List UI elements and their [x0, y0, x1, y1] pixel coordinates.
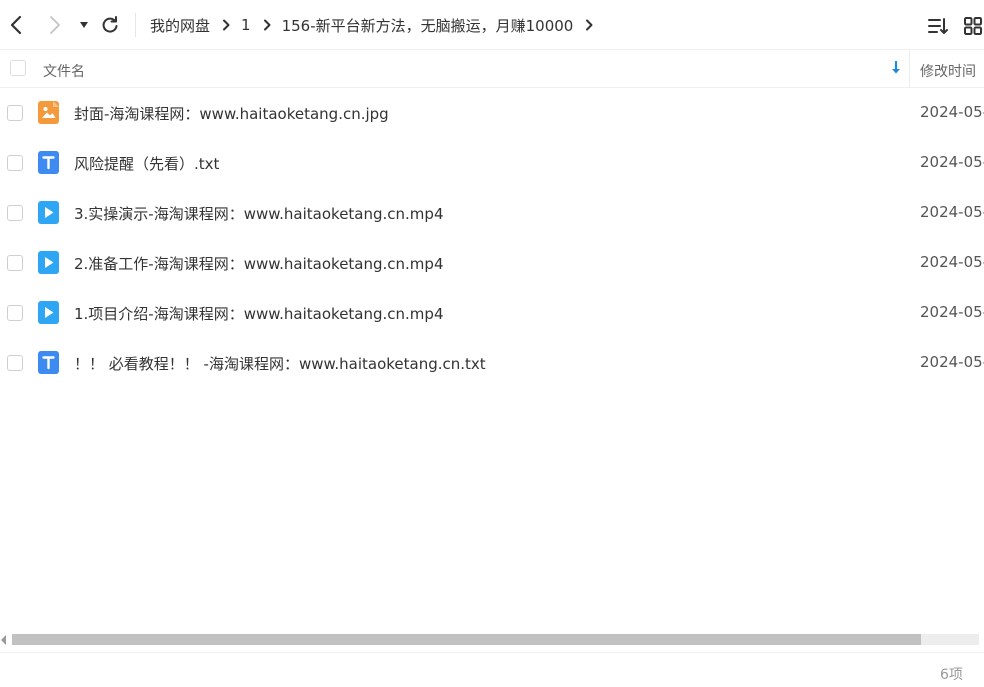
- breadcrumb-item-current[interactable]: 156-新平台新方法，无脑搬运，月赚10000: [282, 15, 574, 36]
- chevron-left-icon: [10, 15, 22, 35]
- breadcrumb: 我的网盘 1 156-新平台新方法，无脑搬运，月赚10000: [150, 0, 604, 50]
- refresh-button[interactable]: [98, 13, 122, 37]
- file-row[interactable]: 2.准备工作-海淘课程网：www.haitaoketang.cn.mp4 202…: [0, 238, 984, 288]
- sort-list-icon: [928, 18, 948, 34]
- file-modified-date: 2024-05-: [920, 253, 984, 271]
- column-header-name[interactable]: 文件名: [43, 61, 85, 81]
- row-checkbox[interactable]: [7, 155, 23, 171]
- breadcrumb-chevron-icon: [222, 19, 230, 31]
- history-dropdown-button[interactable]: [72, 13, 96, 37]
- text-file-icon: [38, 151, 59, 174]
- text-file-icon: [38, 351, 59, 374]
- file-row[interactable]: 1.项目介绍-海淘课程网：www.haitaoketang.cn.mp4 202…: [0, 288, 984, 338]
- sort-desc-arrow-icon[interactable]: [890, 60, 902, 79]
- forward-button[interactable]: [43, 13, 67, 37]
- file-name[interactable]: 3.实操演示-海淘课程网：www.haitaoketang.cn.mp4: [74, 203, 444, 224]
- video-file-icon: [38, 301, 59, 324]
- toolbar: 我的网盘 1 156-新平台新方法，无脑搬运，月赚10000: [0, 0, 984, 50]
- back-button[interactable]: [4, 13, 28, 37]
- refresh-icon: [102, 16, 118, 33]
- file-name[interactable]: 风险提醒（先看）.txt: [74, 153, 219, 174]
- video-file-icon: [38, 201, 59, 224]
- file-name[interactable]: ！！ 必看教程！！ -海淘课程网：www.haitaoketang.cn.txt: [74, 353, 486, 374]
- grid-view-icon: [964, 17, 982, 35]
- toolbar-divider: [135, 13, 136, 37]
- file-name[interactable]: 1.项目介绍-海淘课程网：www.haitaoketang.cn.mp4: [74, 303, 444, 324]
- breadcrumb-chevron-icon: [263, 19, 271, 31]
- breadcrumb-item-folder-1[interactable]: 1: [241, 16, 251, 34]
- caret-down-icon: [80, 22, 88, 28]
- column-divider[interactable]: [909, 50, 910, 88]
- row-checkbox[interactable]: [7, 205, 23, 221]
- sort-order-button[interactable]: [927, 15, 949, 37]
- file-modified-date: 2024-05-: [920, 203, 984, 221]
- column-header-modified[interactable]: 修改时间: [920, 61, 976, 81]
- file-row[interactable]: 3.实操演示-海淘课程网：www.haitaoketang.cn.mp4 202…: [0, 188, 984, 238]
- scroll-left-arrow-icon[interactable]: [1, 635, 6, 645]
- file-modified-date: 2024-05-: [920, 303, 984, 321]
- file-modified-date: 2024-05-: [920, 353, 984, 371]
- item-count: 6项: [940, 667, 963, 683]
- select-all-checkbox[interactable]: [10, 60, 26, 76]
- file-name[interactable]: 2.准备工作-海淘课程网：www.haitaoketang.cn.mp4: [74, 253, 444, 274]
- file-list-header: 文件名 修改时间: [0, 50, 984, 88]
- video-file-icon: [38, 251, 59, 274]
- file-name[interactable]: 封面-海淘课程网：www.haitaoketang.cn.jpg: [74, 103, 389, 124]
- file-row[interactable]: ！！ 必看教程！！ -海淘课程网：www.haitaoketang.cn.txt…: [0, 338, 984, 388]
- row-checkbox[interactable]: [7, 305, 23, 321]
- breadcrumb-item-root[interactable]: 我的网盘: [150, 15, 210, 36]
- file-modified-date: 2024-05-: [920, 103, 984, 121]
- breadcrumb-chevron-icon[interactable]: [585, 19, 593, 31]
- file-row[interactable]: 风险提醒（先看）.txt 2024-05-: [0, 138, 984, 188]
- file-list: 封面-海淘课程网：www.haitaoketang.cn.jpg 2024-05…: [0, 88, 984, 388]
- file-row[interactable]: 封面-海淘课程网：www.haitaoketang.cn.jpg 2024-05…: [0, 88, 984, 138]
- view-mode-button[interactable]: [962, 15, 984, 37]
- horizontal-scrollbar[interactable]: [0, 632, 984, 646]
- row-checkbox[interactable]: [7, 105, 23, 121]
- scrollbar-thumb[interactable]: [12, 634, 921, 645]
- row-checkbox[interactable]: [7, 355, 23, 371]
- row-checkbox[interactable]: [7, 255, 23, 271]
- chevron-right-icon: [50, 16, 60, 34]
- image-file-icon: [38, 101, 59, 124]
- status-divider: [0, 652, 984, 653]
- file-modified-date: 2024-05-: [920, 153, 984, 171]
